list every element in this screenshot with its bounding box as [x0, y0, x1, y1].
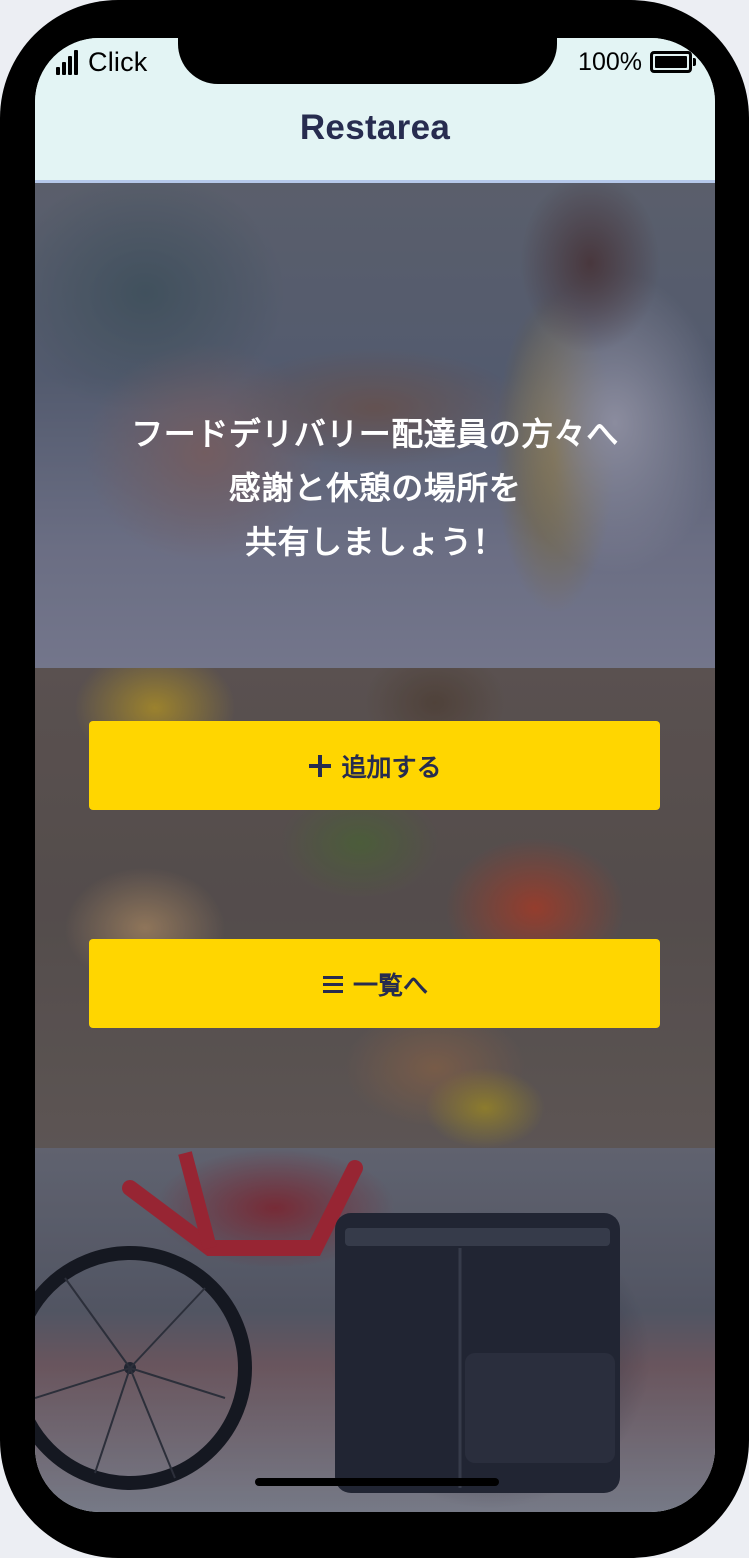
signal-strength-icon [56, 49, 80, 75]
hero-tagline-line-2: 感謝と休憩の場所を [228, 469, 522, 507]
list-button[interactable]: 一覧へ [89, 939, 660, 1028]
battery-percentage: 100% [578, 47, 642, 76]
carrier-name: Click [88, 46, 148, 77]
device-notch [178, 38, 557, 84]
hero-tagline-line-3: 共有しましょう！ [244, 523, 505, 561]
food-containers-image: 追加する 一覧へ [35, 668, 715, 1148]
app-title: Restarea [299, 108, 451, 147]
menu-list-icon [321, 972, 345, 996]
plus-icon [307, 753, 333, 779]
status-bar-right: 100% [578, 46, 696, 78]
list-button-label: 一覧へ [352, 970, 428, 1000]
battery-icon [650, 51, 696, 73]
delivery-bike-bag-image [35, 1148, 715, 1512]
add-button[interactable]: 追加する [89, 721, 660, 810]
hero-delivery-handoff-image: フードデリバリー配達員の方々へ 感謝と休憩の場所を 共有しましょう！ [35, 183, 715, 668]
home-indicator[interactable] [255, 1478, 499, 1486]
bike-overlay [35, 1148, 715, 1512]
add-button-label: 追加する [341, 752, 442, 782]
app-screen: Restarea フードデリバリー配達員の方々へ 感謝と休憩の場所を 共有しまし… [35, 38, 715, 1512]
status-bar-left: Click [56, 46, 148, 78]
hero-tagline-line-1: フードデリバリー配達員の方々へ [131, 415, 619, 453]
